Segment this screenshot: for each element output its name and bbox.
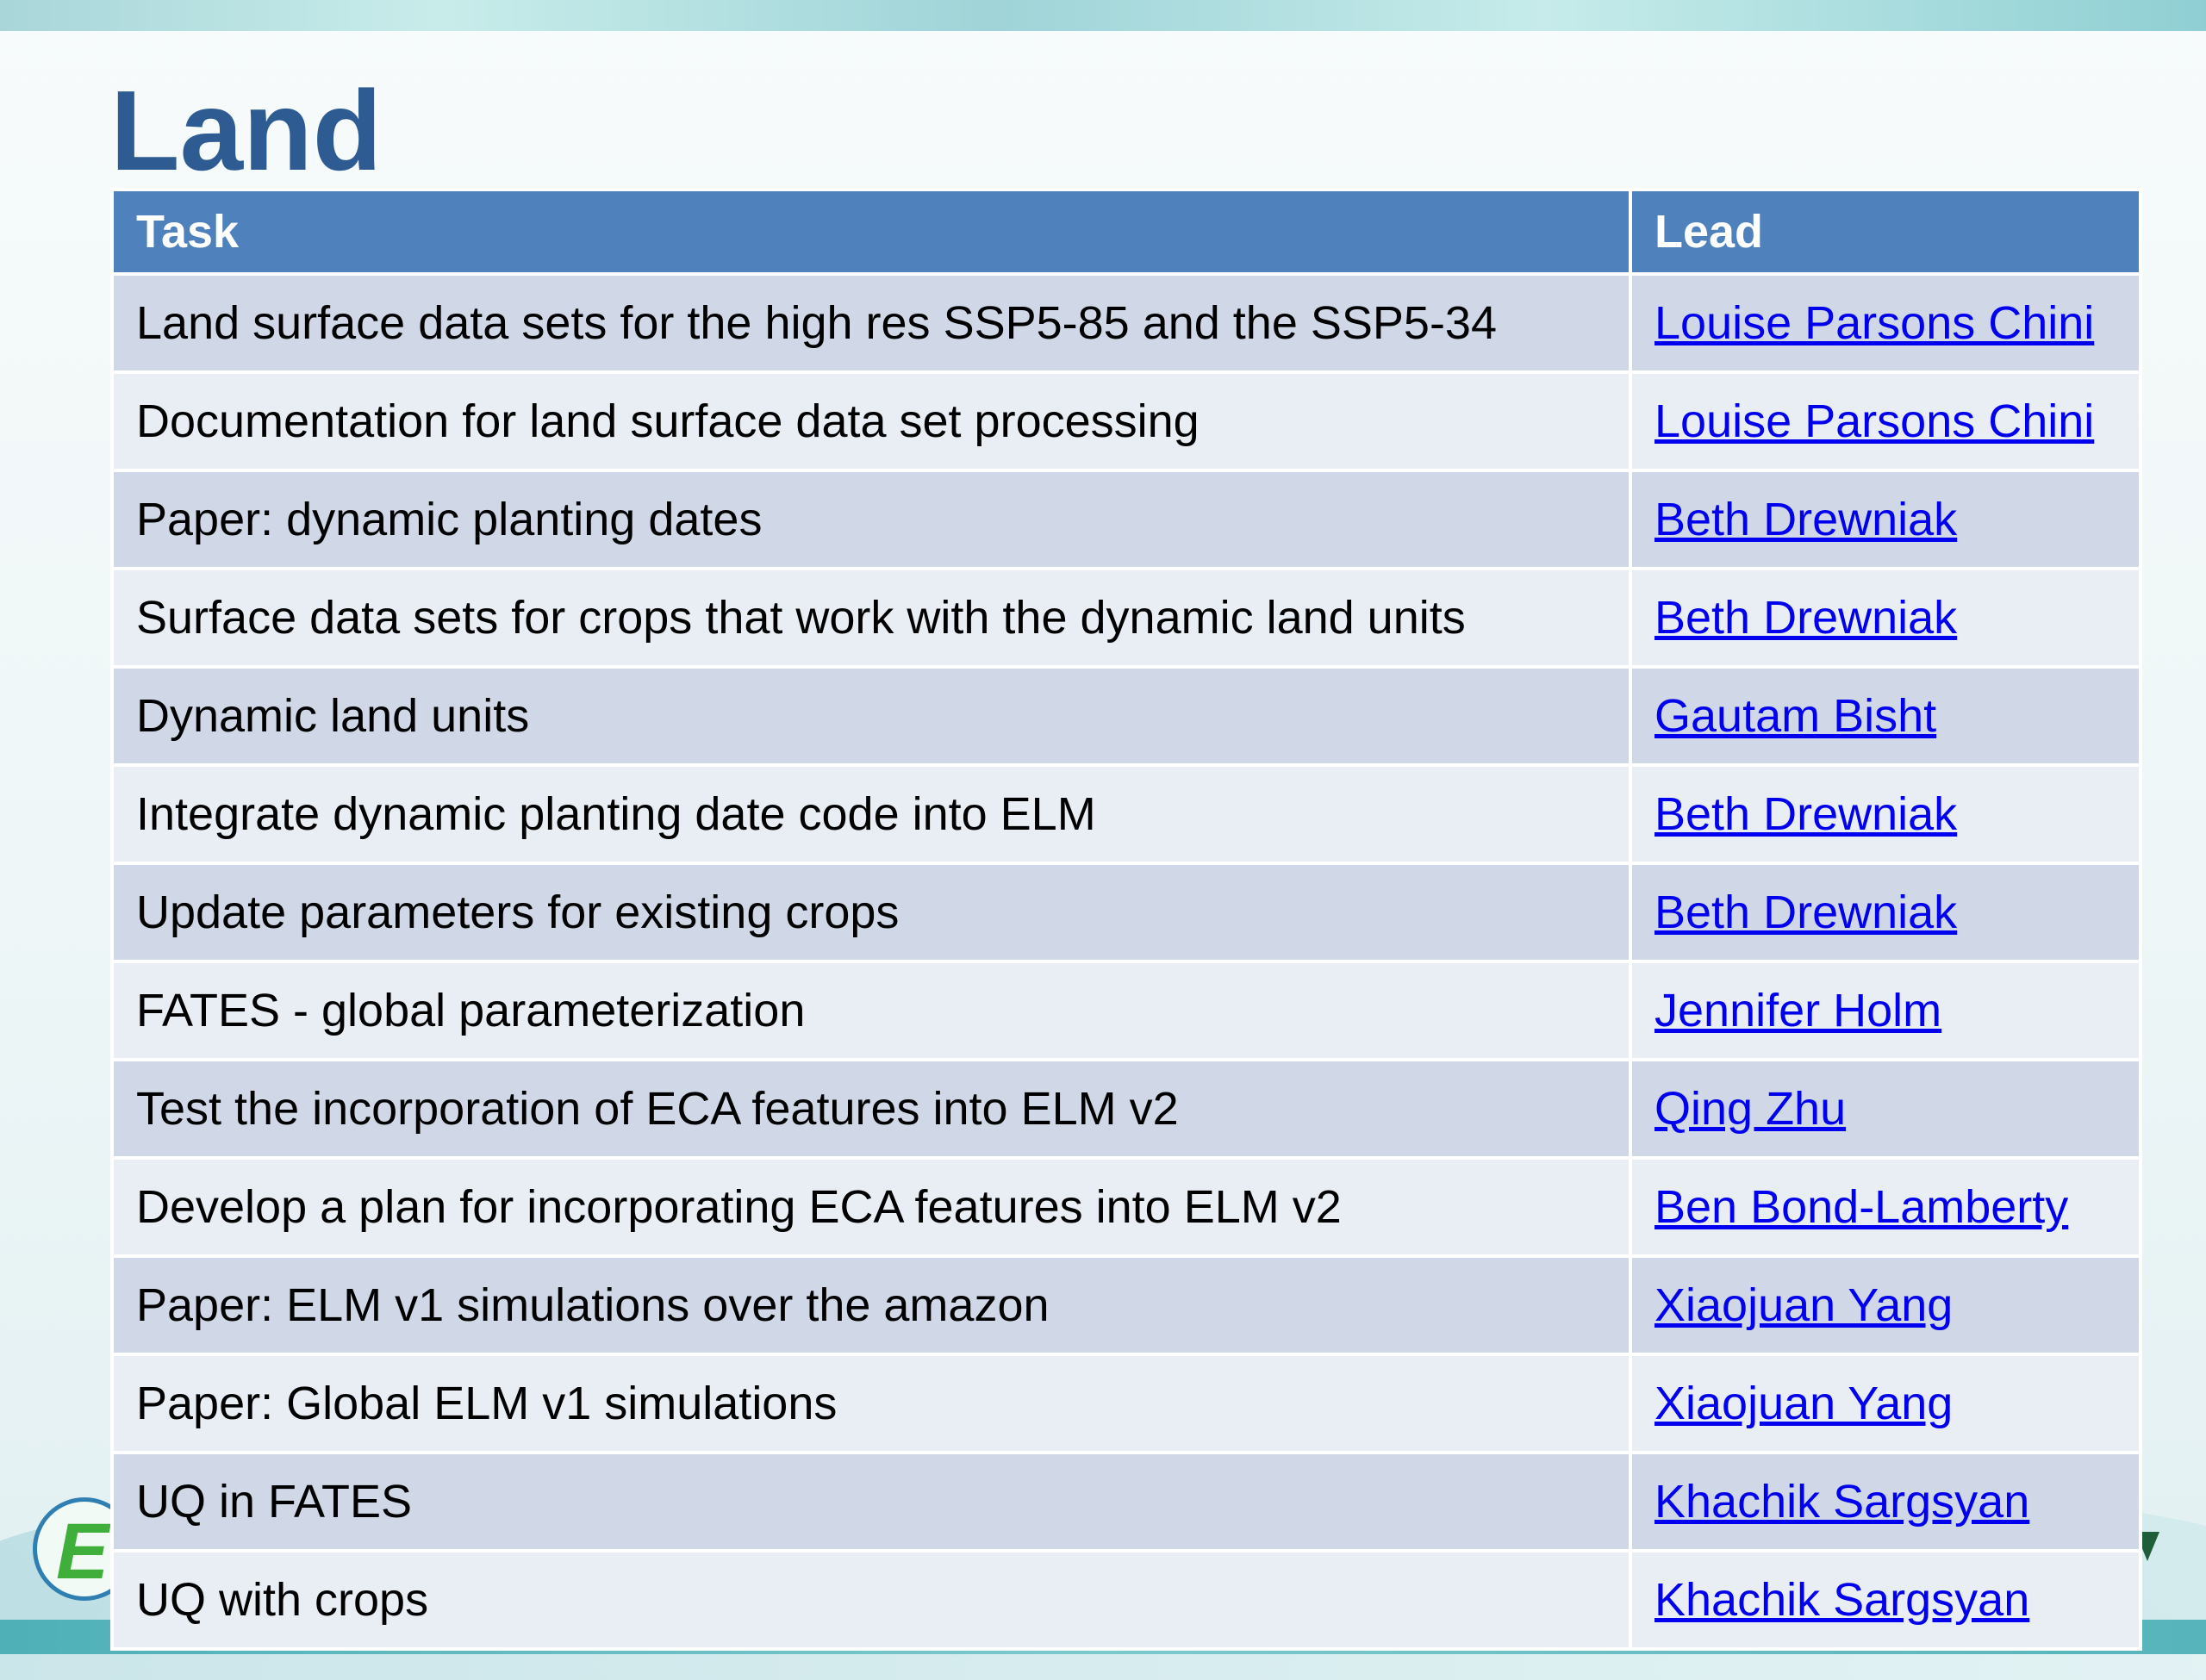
lead-link[interactable]: Beth Drewniak (1654, 887, 1957, 938)
task-column-header: Task (110, 188, 1632, 276)
lead-cell: Beth Drewniak (1629, 469, 2142, 570)
slide-title: Land (110, 67, 383, 194)
lead-link[interactable]: Beth Drewniak (1654, 494, 1957, 545)
lead-link[interactable]: Louise Parsons Chini (1654, 395, 2094, 447)
table-row: UQ with crops Khachik Sargsyan (110, 1549, 2142, 1651)
task-cell: Paper: dynamic planting dates (110, 469, 1632, 570)
table-row: Surface data sets for crops that work wi… (110, 567, 2142, 669)
task-cell: Surface data sets for crops that work wi… (110, 567, 1632, 669)
lead-link[interactable]: Xiaojuan Yang (1654, 1378, 1953, 1429)
lead-link[interactable]: Beth Drewniak (1654, 592, 1957, 644)
table-row: Land surface data sets for the high res … (110, 272, 2142, 374)
lead-cell: Xiaojuan Yang (1629, 1254, 2142, 1356)
lead-column-header: Lead (1629, 188, 2142, 276)
lead-cell: Qing Zhu (1629, 1058, 2142, 1160)
task-cell: FATES - global parameterization (110, 960, 1632, 1061)
lead-cell: Gautam Bisht (1629, 665, 2142, 767)
task-cell: Paper: Global ELM v1 simulations (110, 1353, 1632, 1454)
lead-cell: Khachik Sargsyan (1629, 1549, 2142, 1651)
lead-cell: Ben Bond-Lamberty (1629, 1156, 2142, 1258)
lead-cell: Xiaojuan Yang (1629, 1353, 2142, 1454)
lead-cell: Beth Drewniak (1629, 567, 2142, 669)
lead-link[interactable]: Khachik Sargsyan (1654, 1476, 2029, 1528)
task-lead-table: Task Lead Land surface data sets for the… (110, 188, 2142, 1651)
task-cell: Integrate dynamic planting date code int… (110, 763, 1632, 865)
table-row: Develop a plan for incorporating ECA fea… (110, 1156, 2142, 1258)
table-row: Update parameters for existing crops Bet… (110, 862, 2142, 963)
task-cell: Documentation for land surface data set … (110, 370, 1632, 472)
lead-cell: Beth Drewniak (1629, 763, 2142, 865)
lead-cell: Louise Parsons Chini (1629, 370, 2142, 472)
task-cell: Paper: ELM v1 simulations over the amazo… (110, 1254, 1632, 1356)
table-row: Paper: ELM v1 simulations over the amazo… (110, 1254, 2142, 1356)
lead-cell: Louise Parsons Chini (1629, 272, 2142, 374)
lead-link[interactable]: Jennifer Holm (1654, 985, 1941, 1036)
table-row: Test the incorporation of ECA features i… (110, 1058, 2142, 1160)
table-row: Dynamic land units Gautam Bisht (110, 665, 2142, 767)
task-cell: Land surface data sets for the high res … (110, 272, 1632, 374)
lead-link[interactable]: Xiaojuan Yang (1654, 1279, 1953, 1331)
table-row: Integrate dynamic planting date code int… (110, 763, 2142, 865)
top-decorative-band (0, 0, 2206, 31)
table-row: Paper: dynamic planting dates Beth Drewn… (110, 469, 2142, 570)
lead-link[interactable]: Khachik Sargsyan (1654, 1574, 2029, 1626)
table-row: Paper: Global ELM v1 simulations Xiaojua… (110, 1353, 2142, 1454)
table-row: UQ in FATES Khachik Sargsyan (110, 1451, 2142, 1552)
table-row: FATES - global parameterization Jennifer… (110, 960, 2142, 1061)
task-cell: Dynamic land units (110, 665, 1632, 767)
lead-link[interactable]: Gautam Bisht (1654, 690, 1936, 742)
lead-link[interactable]: Louise Parsons Chini (1654, 297, 2094, 349)
table-row: Documentation for land surface data set … (110, 370, 2142, 472)
logo-letter: E (56, 1508, 109, 1596)
lead-link[interactable]: Beth Drewniak (1654, 788, 1957, 840)
lead-link[interactable]: Qing Zhu (1654, 1083, 1846, 1135)
table-header-row: Task Lead (110, 188, 2142, 276)
task-cell: Update parameters for existing crops (110, 862, 1632, 963)
task-cell: UQ with crops (110, 1549, 1632, 1651)
lead-link[interactable]: Ben Bond-Lamberty (1654, 1181, 2068, 1233)
task-cell: UQ in FATES (110, 1451, 1632, 1552)
lead-cell: Beth Drewniak (1629, 862, 2142, 963)
task-cell: Develop a plan for incorporating ECA fea… (110, 1156, 1632, 1258)
lead-cell: Jennifer Holm (1629, 960, 2142, 1061)
task-cell: Test the incorporation of ECA features i… (110, 1058, 1632, 1160)
lead-cell: Khachik Sargsyan (1629, 1451, 2142, 1552)
